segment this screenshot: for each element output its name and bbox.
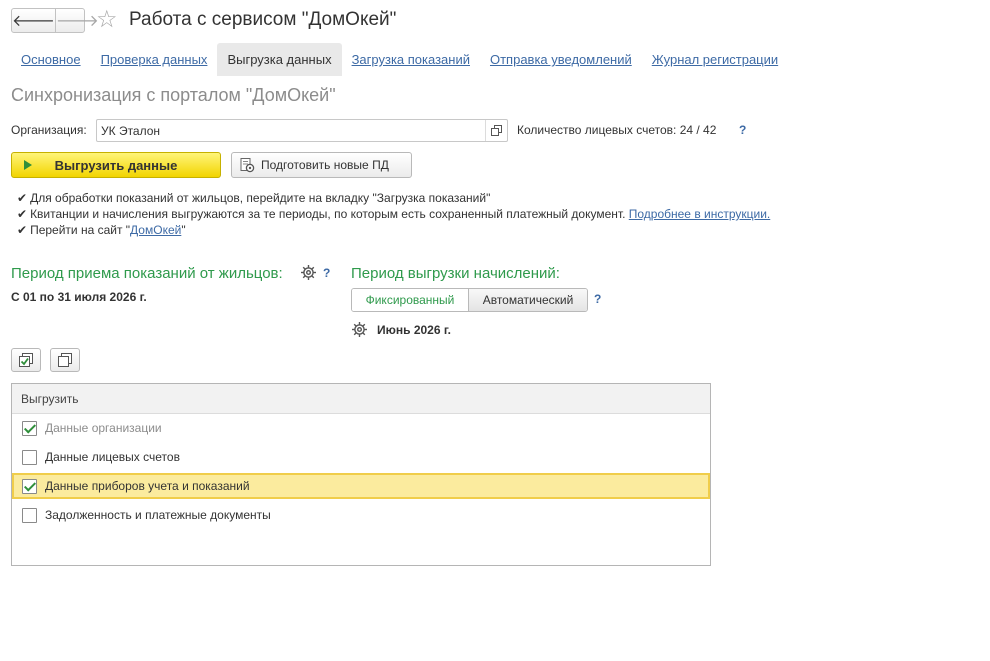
list-item-label: Данные организации — [45, 421, 162, 435]
checkbox-debt-data[interactable] — [22, 507, 37, 523]
checkmark-icon: ✔ — [17, 207, 28, 221]
open-organization-button[interactable] — [485, 120, 507, 141]
check-all-button[interactable] — [11, 348, 41, 372]
list-item-label: Данные лицевых счетов — [45, 450, 180, 464]
upload-items-list: Выгрузить Данные организации Данные лице… — [11, 383, 711, 566]
check-all-icon — [19, 353, 33, 367]
uncheck-all-icon — [58, 353, 72, 367]
note-receipts: ✔ Квитанции и начисления выгружаются за т… — [17, 207, 770, 221]
upload-data-button[interactable]: Выгрузить данные — [11, 152, 221, 178]
mode-automatic-option[interactable]: Автоматический — [468, 289, 587, 311]
charges-period-value: Июнь 2026 г. — [377, 323, 451, 337]
note-site-prefix: Перейти на сайт " — [30, 223, 131, 237]
tab-notifications[interactable]: Отправка уведомлений — [480, 43, 642, 76]
arrow-right-icon: 🡒 — [55, 13, 99, 30]
charges-period-mode-toggle: Фиксированный Автоматический — [351, 288, 588, 312]
list-item-debt-data[interactable]: Задолженность и платежные документы — [12, 502, 710, 528]
play-icon — [24, 160, 32, 170]
instruction-link[interactable]: Подробнее в инструкции. — [629, 207, 771, 221]
note-site-suffix: " — [181, 223, 186, 237]
organization-value: УК Эталон — [101, 123, 161, 138]
uncheck-all-button[interactable] — [50, 348, 80, 372]
readings-period-help-icon[interactable]: ? — [323, 266, 330, 280]
list-item-organization-data[interactable]: Данные организации — [12, 415, 710, 441]
arrow-left-icon: 🡐 — [12, 13, 55, 30]
readings-period-title: Период приема показаний от жильцов: — [11, 265, 283, 282]
charges-period-title: Период выгрузки начислений: — [351, 265, 560, 282]
tab-event-log[interactable]: Журнал регистрации — [642, 43, 788, 76]
checkbox-accounts-data[interactable] — [22, 449, 37, 465]
checkmark-icon: ✔ — [17, 223, 28, 237]
back-button[interactable]: 🡐 — [12, 9, 55, 32]
tab-readings-load[interactable]: Загрузка показаний — [342, 43, 480, 76]
tab-data-check[interactable]: Проверка данных — [91, 43, 218, 76]
prepare-new-pd-button[interactable]: Подготовить новые ПД — [231, 152, 412, 178]
note-site: ✔ Перейти на сайт "ДомОкей" — [17, 223, 186, 237]
organization-field[interactable]: УК Эталон — [96, 119, 508, 142]
accounts-count: Количество лицевых счетов: 24 / 42 — [517, 123, 717, 137]
note-readings-text: Для обработки показаний от жильцов, пере… — [30, 191, 491, 205]
site-link[interactable]: ДомОкей — [130, 223, 181, 237]
list-header: Выгрузить — [12, 384, 710, 414]
document-gear-icon — [239, 157, 255, 173]
checkbox-meters-data[interactable] — [22, 478, 37, 494]
checkbox-organization-data[interactable] — [22, 420, 37, 436]
prepare-new-pd-label: Подготовить новые ПД — [261, 158, 389, 172]
readings-period-gear-icon[interactable] — [300, 264, 317, 281]
open-window-icon — [491, 125, 502, 136]
section-title: Синхронизация с порталом "ДомОкей" — [11, 85, 336, 105]
window-title: Работа с сервисом "ДомОкей" — [129, 9, 397, 30]
list-item-label: Данные приборов учета и показаний — [45, 479, 250, 493]
readings-period-value: С 01 по 31 июля 2026 г. — [11, 290, 147, 304]
list-item-accounts-data[interactable]: Данные лицевых счетов — [12, 444, 710, 470]
charges-period-gear-icon[interactable] — [351, 321, 368, 338]
tab-data-upload[interactable]: Выгрузка данных — [217, 43, 342, 76]
tab-main[interactable]: Основное — [11, 43, 91, 76]
upload-data-label: Выгрузить данные — [54, 157, 178, 173]
list-item-meters-data[interactable]: Данные приборов учета и показаний — [12, 473, 710, 499]
checkmark-icon: ✔ — [17, 191, 28, 205]
note-readings: ✔ Для обработки показаний от жильцов, пер… — [17, 191, 490, 205]
accounts-help-icon[interactable]: ? — [739, 123, 746, 137]
charges-period-help-icon[interactable]: ? — [594, 292, 601, 306]
note-receipts-text: Квитанции и начисления выгружаются за те… — [30, 207, 626, 221]
mode-fixed-option[interactable]: Фиксированный — [352, 289, 468, 311]
history-nav: 🡐 🡒 — [11, 8, 99, 33]
list-item-label: Задолженность и платежные документы — [45, 508, 271, 522]
tab-bar: Основное Проверка данных Выгрузка данных… — [11, 43, 788, 76]
forward-button[interactable]: 🡒 — [54, 9, 99, 32]
organization-label: Организация: — [11, 123, 87, 137]
favorite-star-icon[interactable]: ☆ — [96, 6, 118, 34]
